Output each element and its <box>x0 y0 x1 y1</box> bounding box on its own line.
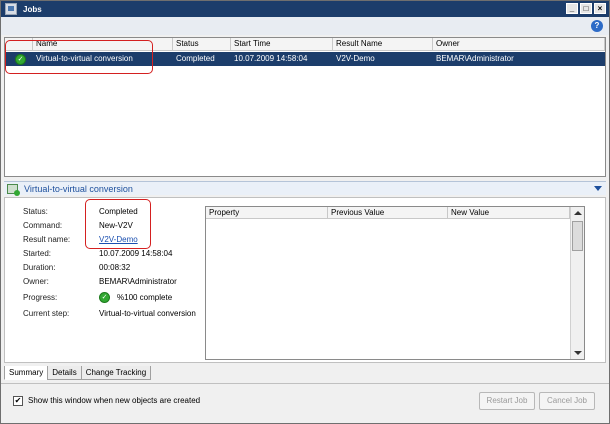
help-bar: ? <box>1 17 609 35</box>
details-title: Virtual-to-virtual conversion <box>24 183 133 194</box>
collapse-chevron-icon[interactable] <box>594 186 602 191</box>
change-grid-header: Property Previous Value New Value <box>206 207 570 219</box>
minimize-button[interactable]: _ <box>566 3 578 14</box>
scroll-down-icon[interactable] <box>574 351 582 355</box>
change-tracking-grid[interactable]: Property Previous Value New Value <box>205 206 585 360</box>
column-header-owner[interactable]: Owner <box>433 38 605 51</box>
column-header-status[interactable]: Status <box>173 38 231 51</box>
column-header-start-time[interactable]: Start Time <box>231 38 333 51</box>
prop-duration-value: 00:08:32 <box>99 263 131 272</box>
prop-step-label: Current step: <box>23 309 70 318</box>
details-tabs: Summary Details Change Tracking <box>4 366 152 380</box>
window-title: Jobs <box>23 4 42 14</box>
close-button[interactable]: × <box>594 3 606 14</box>
tab-summary[interactable]: Summary <box>4 366 49 380</box>
prop-started-label: Started: <box>23 249 52 258</box>
cancel-job-button[interactable]: Cancel Job <box>539 392 595 410</box>
job-status: Completed <box>176 54 215 63</box>
job-owner: BEMAR\Administrator <box>436 54 514 63</box>
job-start-time: 10.07.2009 14:58:04 <box>234 54 308 63</box>
progress-check-icon: ✓ <box>99 292 110 303</box>
show-window-label: Show this window when new objects are cr… <box>28 396 201 405</box>
tab-change-tracking[interactable]: Change Tracking <box>80 366 152 380</box>
title-bar: Jobs _ □ × <box>1 1 609 17</box>
restart-job-button[interactable]: Restart Job <box>479 392 535 410</box>
prop-duration-label: Duration: <box>23 263 56 272</box>
maximize-button[interactable]: □ <box>580 3 592 14</box>
show-window-checkbox[interactable]: ✔ <box>13 396 23 406</box>
prop-owner-value: BEMAR\Administrator <box>99 277 177 286</box>
job-result-name: V2V-Demo <box>336 54 375 63</box>
help-icon[interactable]: ? <box>591 20 603 32</box>
app-window-icon <box>5 3 17 15</box>
prop-progress-value: %100 complete <box>117 293 173 302</box>
details-header[interactable]: Virtual-to-virtual conversion <box>4 181 606 196</box>
prop-started-value: 10.07.2009 14:58:04 <box>99 249 173 258</box>
column-header-property[interactable]: Property <box>206 207 328 219</box>
annotation-highlight-details <box>85 199 151 249</box>
column-header-new-value[interactable]: New Value <box>448 207 570 219</box>
jobs-window: Jobs _ □ × ? Name Status Start Time Resu… <box>0 0 610 424</box>
column-header-previous-value[interactable]: Previous Value <box>328 207 448 219</box>
prop-step-value: Virtual-to-virtual conversion <box>99 309 196 318</box>
scroll-up-icon[interactable] <box>574 211 582 215</box>
annotation-highlight-job <box>5 40 153 74</box>
window-controls: _ □ × <box>566 3 606 14</box>
vertical-scrollbar[interactable] <box>570 207 584 359</box>
scroll-thumb[interactable] <box>572 221 583 251</box>
column-header-result-name[interactable]: Result Name <box>333 38 433 51</box>
footer-bar: ✔ Show this window when new objects are … <box>1 383 609 423</box>
prop-progress-label: Progress: <box>23 293 58 302</box>
prop-owner-label: Owner: <box>23 277 49 286</box>
tab-details[interactable]: Details <box>47 366 82 380</box>
job-details-icon <box>7 183 20 196</box>
